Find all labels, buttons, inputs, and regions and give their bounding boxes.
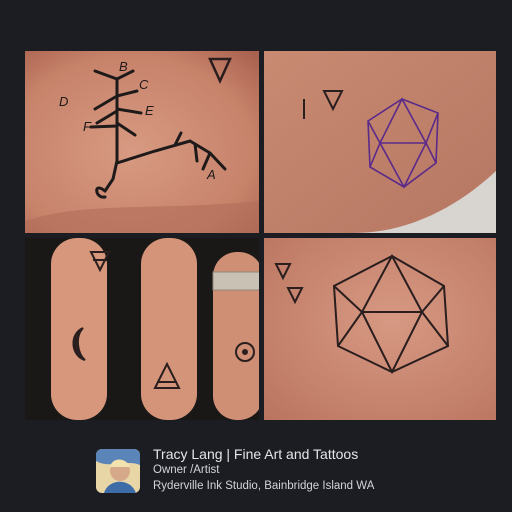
glyph-letter: A <box>206 167 216 182</box>
tattoo-photo-finger-symbols[interactable] <box>25 238 259 420</box>
ring-icon <box>212 271 259 291</box>
avatar[interactable] <box>96 449 140 493</box>
glyph-letter: F <box>83 119 92 134</box>
tattoo-photo-tree[interactable]: B C D A E F <box>25 51 259 233</box>
post-caption: Tracy Lang | Fine Art and Tattoos Owner … <box>96 443 496 499</box>
author-name[interactable]: Tracy Lang | Fine Art and Tattoos <box>153 446 358 462</box>
glyph-letter: B <box>119 59 128 74</box>
tattoo-photo-icosahedron-outline[interactable] <box>264 51 496 233</box>
glyph-letter: E <box>145 103 154 118</box>
glyph-letter: D <box>59 94 68 109</box>
author-role: Owner /Artist <box>153 464 220 476</box>
tattoo-photo-icosahedron-healed[interactable] <box>264 238 496 420</box>
glyph-letter: C <box>139 77 149 92</box>
studio-location: Ryderville Ink Studio, Bainbridge Island… <box>153 480 375 492</box>
